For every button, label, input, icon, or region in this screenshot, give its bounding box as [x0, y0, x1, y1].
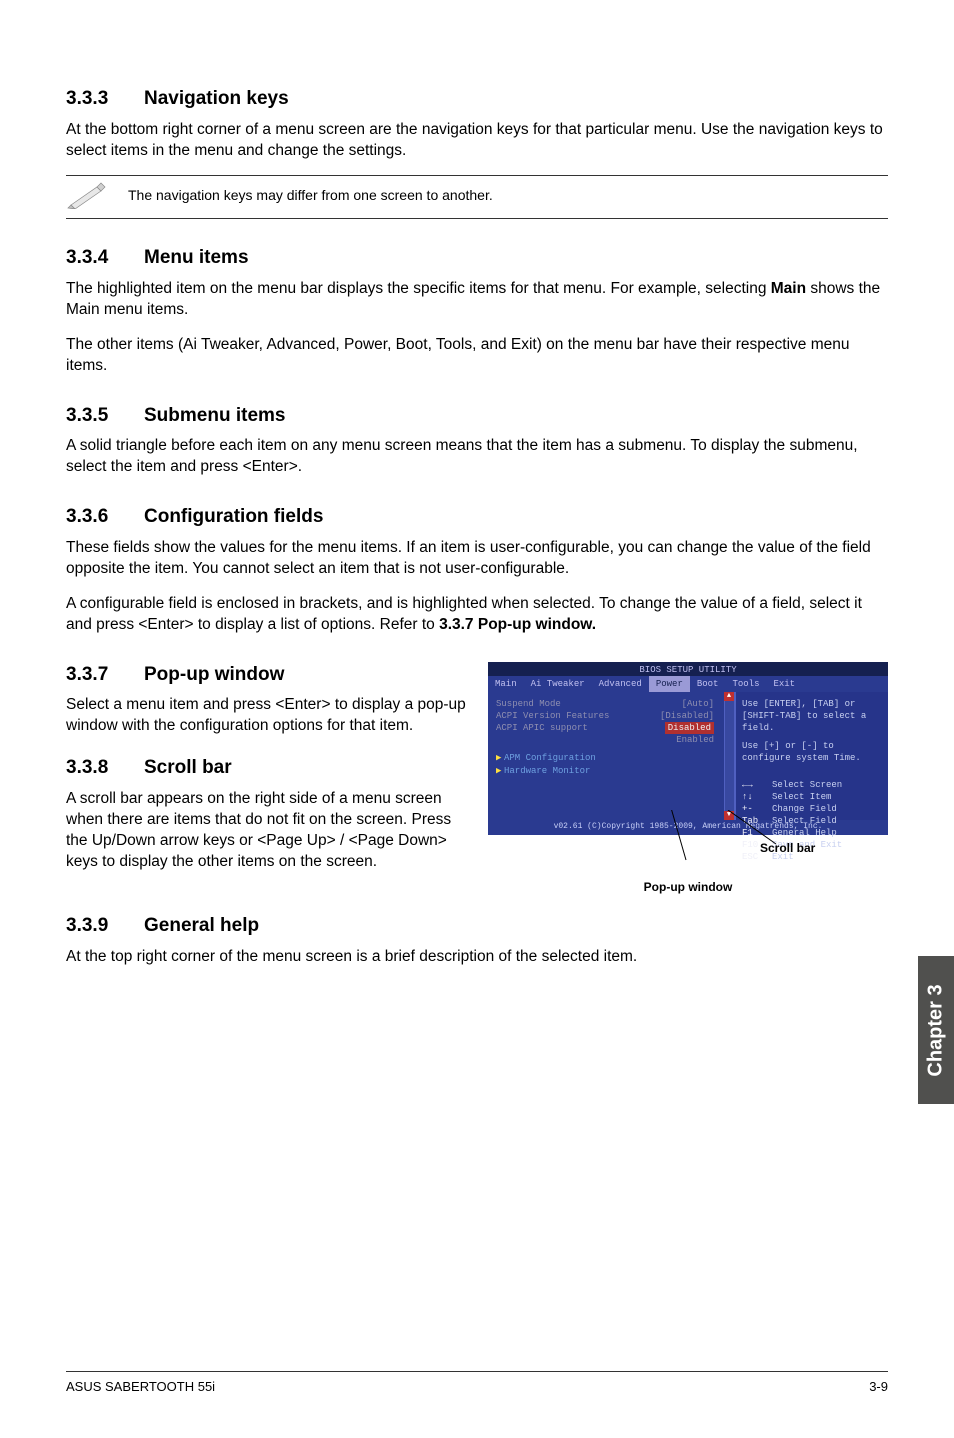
bios-menu-exit: Exit — [766, 676, 802, 692]
bios-help-pane: Use [ENTER], [TAB] or [SHIFT-TAB] to sel… — [734, 692, 888, 820]
heading-338: 3.3.8Scroll bar — [66, 755, 470, 781]
note-text: The navigation keys may differ from one … — [128, 186, 493, 205]
secnum-333: 3.3.3 — [66, 86, 144, 112]
popup-window-caption: Pop-up window — [488, 879, 888, 895]
para-338: A scroll bar appears on the right side o… — [66, 789, 470, 873]
heading-334: 3.3.4Menu items — [66, 245, 888, 271]
bios-menu-boot: Boot — [690, 676, 726, 692]
bios-figure: BIOS SETUP UTILITY Main Ai Tweaker Advan… — [488, 662, 888, 895]
para-336-1: These fields show the values for the men… — [66, 538, 888, 580]
heading-336: 3.3.6Configuration fields — [66, 504, 888, 530]
scroll-down-icon: ▼ — [724, 811, 734, 820]
heading-337: 3.3.7Pop-up window — [66, 662, 470, 688]
bios-menu-tools: Tools — [725, 676, 766, 692]
bios-key-row: ←→Select Screen — [742, 779, 882, 791]
bios-title: BIOS SETUP UTILITY — [488, 662, 888, 676]
chapter-side-tab-label: Chapter 3 — [923, 984, 950, 1076]
footer-product: ASUS SABERTOOTH 55i — [66, 1378, 215, 1396]
sectitle-333: Navigation keys — [144, 88, 289, 109]
bios-key-row: ↑↓Select Item — [742, 791, 882, 803]
bios-menu-aitweaker: Ai Tweaker — [524, 676, 592, 692]
scrollbar-callout-label: Scroll bar — [760, 840, 815, 856]
chapter-side-tab: Chapter 3 — [918, 956, 954, 1104]
para-337: Select a menu item and press <Enter> to … — [66, 695, 470, 737]
note-row: The navigation keys may differ from one … — [66, 178, 888, 216]
bios-key-row: +-Change Field — [742, 803, 882, 815]
para-335: A solid triangle before each item on any… — [66, 436, 888, 478]
pencil-note-icon — [66, 180, 110, 210]
page-footer: ASUS SABERTOOTH 55i 3-9 — [66, 1371, 888, 1396]
para-339: At the top right corner of the menu scre… — [66, 947, 888, 968]
bios-menu-advanced: Advanced — [592, 676, 649, 692]
para-334-1: The highlighted item on the menu bar dis… — [66, 279, 888, 321]
para-333: At the bottom right corner of a menu scr… — [66, 120, 888, 162]
divider — [66, 175, 888, 176]
heading-335: 3.3.5Submenu items — [66, 403, 888, 429]
submenu-triangle-icon: ▶ — [496, 752, 504, 764]
submenu-triangle-icon: ▶ — [496, 765, 504, 777]
bios-left-pane: Suspend Mode[Auto] ACPI Version Features… — [488, 692, 724, 820]
footer-page-number: 3-9 — [869, 1378, 888, 1396]
bios-menubar: Main Ai Tweaker Advanced Power Boot Tool… — [488, 676, 888, 692]
divider — [66, 218, 888, 219]
bios-menu-main: Main — [488, 676, 524, 692]
bios-key-row: TabSelect Field — [742, 815, 882, 827]
heading-339: 3.3.9General help — [66, 913, 888, 939]
bios-scrollbar: ▲ ▼ — [724, 692, 734, 820]
bios-key-row: F1General Help — [742, 827, 882, 839]
bios-menu-power: Power — [649, 676, 690, 692]
para-334-2: The other items (Ai Tweaker, Advanced, P… — [66, 335, 888, 377]
para-336-2: A configurable field is enclosed in brac… — [66, 594, 888, 636]
heading-333: 3.3.3Navigation keys — [66, 86, 888, 112]
scroll-up-icon: ▲ — [724, 692, 734, 701]
